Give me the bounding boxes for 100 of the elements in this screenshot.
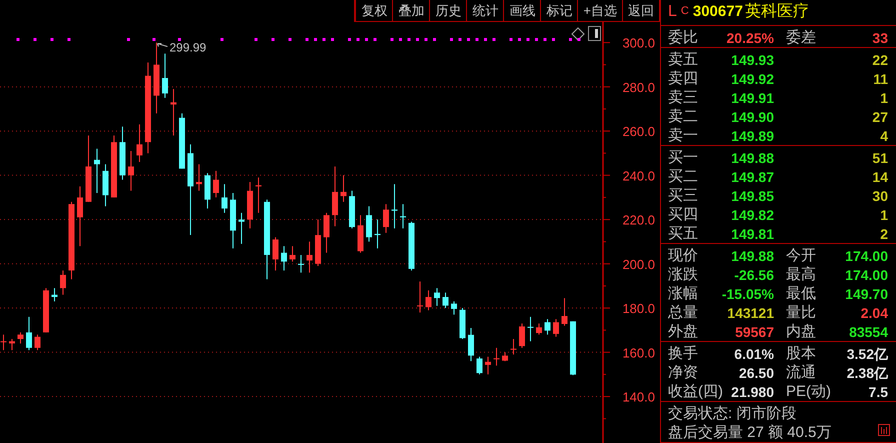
toolbar-button[interactable]: 标记 [541, 0, 578, 21]
field-value: 83554 [849, 322, 888, 342]
candlestick [340, 174, 346, 202]
field-value: 20.25% [726, 28, 774, 48]
candlestick [519, 323, 525, 348]
candlestick [272, 236, 278, 271]
stock-name: 英科医疗 [744, 2, 809, 22]
field-value: 143121 [727, 304, 774, 323]
candlestick [102, 164, 108, 207]
field-value: 6.01% [734, 344, 774, 364]
candlestick [553, 318, 559, 338]
candlestick [426, 290, 432, 311]
order-volume: 2 [880, 224, 888, 244]
candlestick [34, 334, 40, 351]
axis-label: 160.0 [622, 345, 655, 360]
field-value: 7.5 [868, 382, 888, 402]
toolbar-button[interactable]: 复权 [356, 0, 394, 21]
field-value: 2.04 [860, 304, 888, 323]
candlestick [451, 300, 457, 316]
axis-label: 300.0 [622, 36, 655, 51]
candlestick [298, 254, 304, 274]
candlestick [324, 212, 330, 254]
field-value: -26.56 [734, 266, 774, 285]
order-price: 149.87 [731, 168, 774, 187]
order-volume: 14 [872, 168, 888, 187]
candlestick [460, 308, 466, 340]
candlestick [60, 270, 66, 296]
field-value: 174.00 [845, 246, 888, 266]
field-label: 最高 [786, 264, 816, 285]
status-text: 交易状态: 闭市阶段 [668, 404, 796, 423]
candlestick [222, 184, 228, 214]
field-label: 流通 [786, 362, 816, 383]
field-label: 总量 [668, 302, 698, 323]
field-label: 股本 [786, 344, 816, 364]
field-value: 26.50 [738, 364, 774, 383]
field-value: 21.980 [731, 382, 774, 402]
candlestick [528, 316, 534, 342]
field-value: 33 [872, 28, 888, 48]
candlestick [315, 219, 321, 267]
candlestick [170, 88, 176, 136]
leader-line [157, 43, 168, 48]
order-level-label: 卖五 [668, 50, 698, 70]
candlestick [0, 334, 6, 351]
diamond-icon[interactable] [571, 27, 585, 41]
candlestick [349, 190, 355, 229]
field-value: -15.05% [722, 284, 774, 304]
candlestick [358, 214, 364, 254]
order-volume: 1 [880, 206, 888, 225]
order-volume: 22 [872, 50, 888, 70]
order-price: 149.85 [731, 186, 774, 206]
status-text: 盘后交易量 27 额 40.5万 [668, 422, 832, 442]
candlestick [383, 204, 389, 234]
field-value: 149.70 [845, 284, 888, 304]
flag-label: L [668, 2, 677, 22]
candlestick [111, 135, 117, 198]
candlestick [332, 166, 338, 227]
candlestick [485, 356, 491, 375]
candlestick [434, 288, 440, 306]
axis-label: 260.0 [622, 124, 655, 140]
axis-label: 180.0 [622, 301, 655, 316]
candlestick [374, 219, 380, 249]
toolbar-button[interactable]: 统计 [467, 0, 504, 21]
order-level-label: 买四 [668, 204, 698, 225]
candlestick [43, 288, 49, 333]
field-label: 涨幅 [668, 284, 698, 304]
candlestick [570, 320, 576, 376]
order-price: 149.91 [731, 88, 774, 108]
order-volume: 30 [872, 186, 888, 206]
candlestick [562, 298, 568, 326]
candlestick [400, 204, 406, 229]
candlestick [128, 150, 134, 192]
toolbar-button[interactable]: 画线 [504, 0, 542, 21]
field-label: 内盘 [786, 322, 816, 342]
candlestick [213, 170, 219, 198]
candlestick [544, 318, 550, 336]
flag-label: C [680, 4, 689, 19]
panel-toggle-icon[interactable] [588, 26, 601, 41]
field-label: 外盘 [668, 322, 698, 342]
toolbar-button[interactable]: 叠加 [393, 0, 430, 21]
order-price: 149.90 [731, 108, 774, 127]
axis-label: 280.0 [622, 80, 655, 95]
candlestick [392, 184, 398, 229]
order-price: 149.89 [731, 126, 774, 146]
field-label: 委比 [668, 28, 698, 48]
order-level-label: 卖三 [668, 88, 698, 108]
axis-label: 140.0 [622, 390, 655, 405]
field-value: 3.52亿 [846, 344, 888, 364]
field-label: 委差 [786, 28, 816, 48]
candlestick [77, 186, 83, 247]
toolbar-button[interactable]: 历史 [430, 0, 468, 21]
toolbar-button[interactable]: 返回 [623, 0, 660, 21]
candlestick [502, 352, 508, 362]
bar-chart-icon[interactable] [878, 424, 890, 436]
toolbar-button[interactable]: +自选 [578, 0, 623, 21]
candlestick [86, 135, 92, 202]
candlestick [256, 177, 262, 214]
field-label: PE(动) [786, 382, 831, 402]
field-value: 174.00 [845, 266, 888, 285]
order-volume: 27 [872, 108, 888, 127]
candlestick [494, 347, 500, 366]
